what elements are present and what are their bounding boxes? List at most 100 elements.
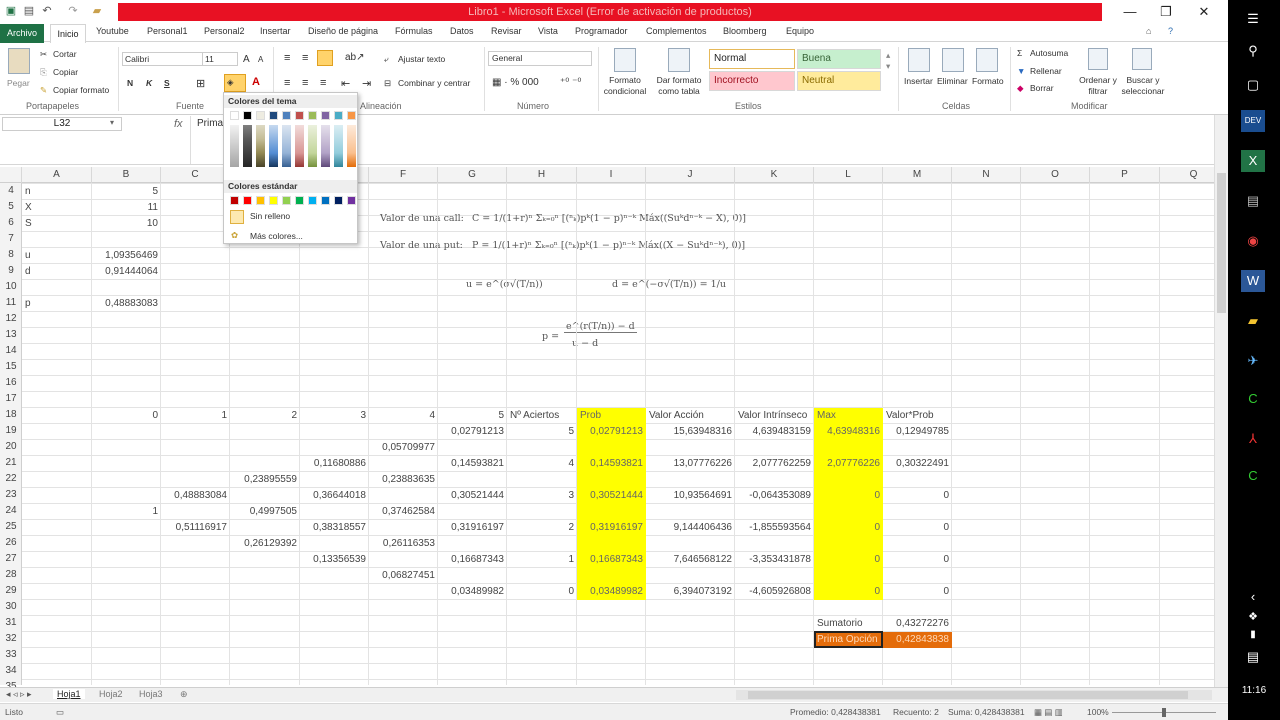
- find-select-icon[interactable]: [1132, 48, 1152, 70]
- column-header-g[interactable]: G: [438, 167, 507, 183]
- row-header-9[interactable]: 9: [0, 263, 22, 279]
- format-table-button[interactable]: Dar formato como tabla: [652, 75, 706, 97]
- font-color-icon[interactable]: A: [252, 76, 260, 88]
- tab-bloomberg[interactable]: Bloomberg: [723, 26, 767, 36]
- tab-datos[interactable]: Datos: [450, 26, 474, 36]
- menu-icon[interactable]: ☰: [1241, 8, 1265, 30]
- font-name-select[interactable]: Calibri: [122, 52, 204, 66]
- style-buena[interactable]: Buena: [797, 49, 881, 69]
- tab-insertar[interactable]: Insertar: [260, 26, 291, 36]
- cell-m25[interactable]: 0: [883, 520, 952, 536]
- network-icon[interactable]: ▤: [1241, 190, 1265, 212]
- number-format-select[interactable]: General: [488, 51, 592, 66]
- conditional-format-icon[interactable]: [614, 48, 636, 72]
- styles-scroll-icon[interactable]: ▴ ▾: [886, 50, 890, 72]
- cell-m21[interactable]: 0,30322491: [883, 456, 952, 472]
- zoom-slider-thumb[interactable]: [1162, 708, 1166, 717]
- theme-color-shades[interactable]: [295, 125, 304, 167]
- cell-j23[interactable]: 10,93564691: [646, 488, 735, 504]
- row-header-34[interactable]: 34: [0, 663, 22, 679]
- cell-m32[interactable]: 0,42843838: [883, 632, 952, 648]
- cell-k29[interactable]: -4,605926808: [735, 584, 814, 600]
- wrap-text-icon[interactable]: ⤶: [384, 54, 389, 65]
- cell-j21[interactable]: 13,07776226: [646, 456, 735, 472]
- borders-icon[interactable]: ⊞: [196, 77, 205, 90]
- cell-b5[interactable]: 11: [92, 200, 161, 216]
- tab-formulas[interactable]: Fórmulas: [395, 26, 433, 36]
- theme-color-shades[interactable]: [269, 125, 278, 167]
- theme-color-swatch[interactable]: [308, 111, 317, 120]
- tab-equipo[interactable]: Equipo: [786, 26, 814, 36]
- shrink-font-button[interactable]: A: [258, 55, 263, 64]
- fill-button[interactable]: Rellenar: [1030, 66, 1062, 76]
- italic-button[interactable]: K: [146, 78, 152, 88]
- horizontal-scrollbar[interactable]: [736, 690, 1212, 700]
- cell-m19[interactable]: 0,12949785: [883, 424, 952, 440]
- column-header-k[interactable]: K: [735, 167, 814, 183]
- theme-color-swatch[interactable]: [282, 111, 291, 120]
- column-header-j[interactable]: J: [646, 167, 735, 183]
- row-header-18[interactable]: 18: [0, 407, 22, 423]
- cell-m31[interactable]: 0,43272276: [883, 616, 952, 632]
- normal-view-icon[interactable]: ▦ ▤ ▥: [1034, 707, 1063, 718]
- standard-color-swatch[interactable]: [321, 196, 330, 205]
- row-header-28[interactable]: 28: [0, 567, 22, 583]
- name-box-dropdown-icon[interactable]: ▾: [110, 118, 114, 127]
- column-header-a[interactable]: A: [22, 167, 92, 183]
- row-header-17[interactable]: 17: [0, 391, 22, 407]
- paste-button[interactable]: Pegar: [7, 78, 30, 88]
- name-box[interactable]: L32: [2, 117, 122, 131]
- show-hidden-icons-icon[interactable]: ‹: [1241, 586, 1265, 608]
- tab-programador[interactable]: Programador: [575, 26, 628, 36]
- cell-f28[interactable]: 0,06827451: [369, 568, 438, 584]
- cell-a9[interactable]: d: [22, 264, 92, 280]
- copy-icon[interactable]: ⎘: [40, 67, 47, 78]
- cell-c23[interactable]: 0,48883084: [161, 488, 230, 504]
- cell-m27[interactable]: 0: [883, 552, 952, 568]
- theme-color-swatch[interactable]: [256, 111, 265, 120]
- cell-l31[interactable]: Sumatorio: [814, 616, 883, 632]
- merge-icon[interactable]: ⊟: [384, 78, 391, 89]
- theme-color-swatch[interactable]: [295, 111, 304, 120]
- cell-h21[interactable]: 4: [507, 456, 577, 472]
- standard-color-swatch[interactable]: [243, 196, 252, 205]
- cell-i18[interactable]: Prob: [577, 408, 646, 424]
- cell-d18[interactable]: 2: [230, 408, 300, 424]
- cell-i19[interactable]: 0,02791213: [577, 424, 646, 440]
- cell-h18[interactable]: Nº Aciertos: [507, 408, 577, 424]
- cell-l18[interactable]: Max: [814, 408, 883, 424]
- theme-color-shades[interactable]: [256, 125, 265, 167]
- fill-color-button[interactable]: ◈: [224, 74, 246, 92]
- increase-indent-icon[interactable]: ⇥: [362, 77, 371, 90]
- row-header-23[interactable]: 23: [0, 487, 22, 503]
- cell-i20[interactable]: [577, 440, 646, 456]
- align-middle-icon[interactable]: ≡: [302, 52, 308, 64]
- tab-diseno[interactable]: Diseño de página: [308, 26, 378, 36]
- row-header-26[interactable]: 26: [0, 535, 22, 551]
- cell-i24[interactable]: [577, 504, 646, 520]
- open-folder-icon[interactable]: ▰: [90, 4, 104, 18]
- cell-b18[interactable]: 0: [92, 408, 161, 424]
- devenv-icon[interactable]: DEV: [1241, 110, 1265, 132]
- cell-a11[interactable]: p: [22, 296, 92, 312]
- cell-j29[interactable]: 6,394073192: [646, 584, 735, 600]
- delete-cells-button[interactable]: Eliminar: [937, 76, 968, 86]
- cell-l25[interactable]: 0: [814, 520, 883, 536]
- theme-color-shades[interactable]: [321, 125, 330, 167]
- cell-l23[interactable]: 0: [814, 488, 883, 504]
- cell-l21[interactable]: 2,07776226: [814, 456, 883, 472]
- cell-i28[interactable]: [577, 568, 646, 584]
- cell-j19[interactable]: 15,63948316: [646, 424, 735, 440]
- tab-personal2[interactable]: Personal2: [204, 26, 245, 36]
- cell-b8[interactable]: 1,09356469: [92, 248, 161, 264]
- sheet-tab-hoja2[interactable]: Hoja2: [95, 689, 127, 699]
- row-header-25[interactable]: 25: [0, 519, 22, 535]
- tab-youtube[interactable]: Youtube: [96, 26, 129, 36]
- row-header-19[interactable]: 19: [0, 423, 22, 439]
- row-header-31[interactable]: 31: [0, 615, 22, 631]
- help-icon[interactable]: ?: [1168, 26, 1173, 36]
- cell-i22[interactable]: [577, 472, 646, 488]
- delete-cells-icon[interactable]: [942, 48, 964, 72]
- select-all-corner[interactable]: [0, 167, 22, 183]
- cell-i29[interactable]: 0,03489982: [577, 584, 646, 600]
